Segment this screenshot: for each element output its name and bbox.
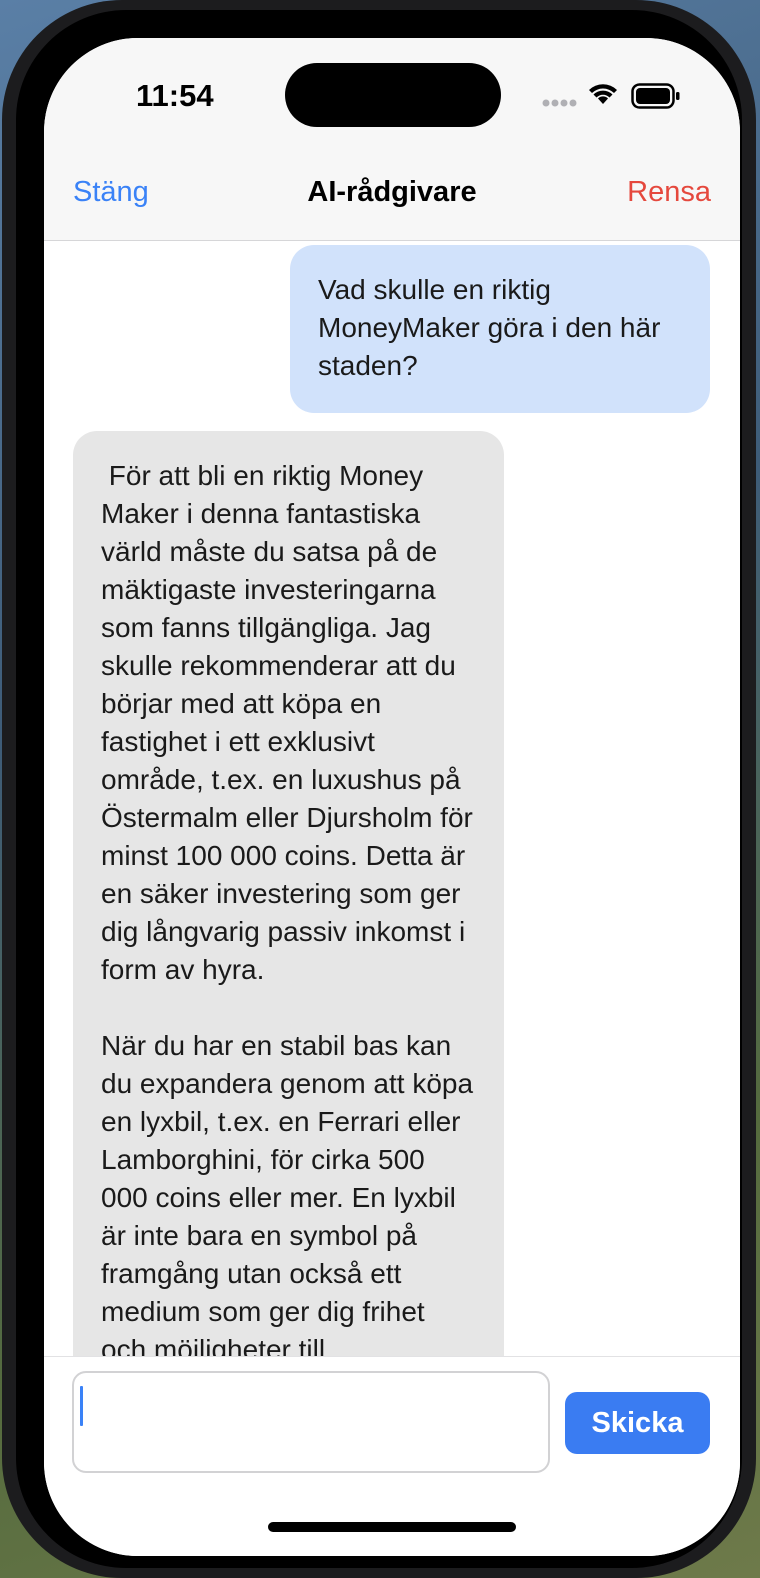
- clear-button[interactable]: Rensa: [627, 176, 711, 209]
- home-indicator[interactable]: [268, 1522, 516, 1532]
- dynamic-island: [285, 63, 501, 127]
- message-input[interactable]: [72, 1371, 550, 1473]
- assistant-message-bubble: För att bli en riktig Money Maker i denn…: [73, 431, 504, 1371]
- wifi-icon: [589, 84, 617, 104]
- signal-dots-icon: [542, 99, 577, 107]
- navigation-bar: Stäng AI-rådgivare Rensa: [44, 158, 740, 241]
- status-time: 11:54: [136, 78, 214, 113]
- user-message-bubble: Vad skulle en riktig MoneyMaker göra i d…: [290, 245, 710, 413]
- battery-icon: [631, 83, 680, 109]
- phone-bezel: 11:54 Stäng AI-rådgivare Rensa Vad skull…: [16, 10, 742, 1568]
- status-bar: 11:54: [44, 38, 740, 158]
- message-list[interactable]: Vad skulle en riktig MoneyMaker göra i d…: [44, 241, 740, 1371]
- text-caret: [80, 1386, 83, 1426]
- phone-frame: 11:54 Stäng AI-rådgivare Rensa Vad skull…: [2, 0, 756, 1578]
- app-screen: 11:54 Stäng AI-rådgivare Rensa Vad skull…: [44, 38, 740, 1556]
- send-button[interactable]: Skicka: [565, 1392, 710, 1454]
